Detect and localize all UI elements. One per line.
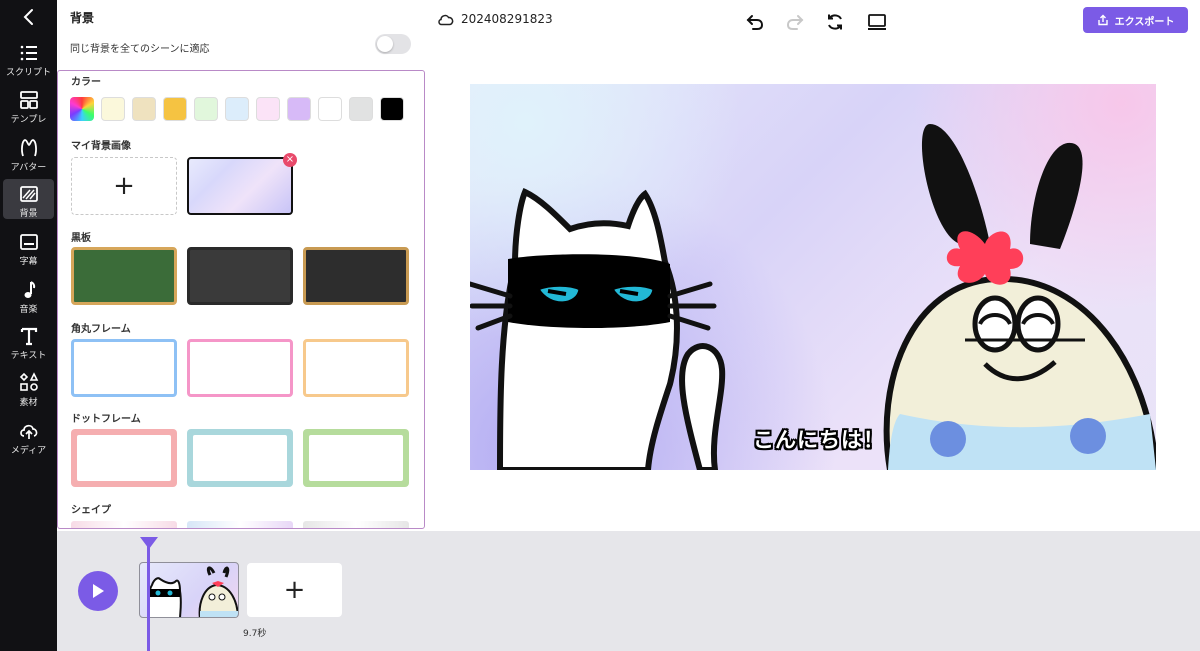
color-swatch[interactable] [287,97,311,121]
scene-clip-thumbnail[interactable] [139,562,239,618]
shape-option[interactable] [187,521,293,528]
avatars-illustration [470,124,1156,470]
rounded-frame-pink[interactable] [187,339,293,397]
color-picker-swatch[interactable] [70,97,94,121]
rounded-frame-blue[interactable] [71,339,177,397]
nav-label: 字幕 [19,257,38,267]
dot-frame-red[interactable] [71,429,177,487]
left-nav: スクリプト テンプレ アバター 背景 字幕 音楽 テキスト 素材 メディア [0,0,57,651]
export-button[interactable]: エクスポート [1083,7,1188,33]
export-label: エクスポート [1114,16,1175,28]
panel-title: 背景 [70,11,95,25]
rounded-frame-orange[interactable] [303,339,409,397]
my-background-image[interactable] [187,157,293,215]
color-swatch[interactable] [256,97,280,121]
background-options-list[interactable]: カラー マイ背景画像 + × 黒板 角丸フレーム ドットフレーム シェイプ [57,70,425,529]
delete-image-button[interactable]: × [283,153,297,167]
rabbit-avatar [883,124,1156,470]
project-title[interactable]: 202408291823 [437,12,553,26]
nav-label: 背景 [19,209,38,219]
play-button[interactable] [78,571,118,611]
nav-label: スクリプト [5,68,51,78]
nav-label: 素材 [19,398,38,408]
scene-duration: 9.7秒 [243,629,267,639]
apply-all-label: 同じ背景を全てのシーンに適応 [70,44,210,55]
undo-icon[interactable] [744,11,766,33]
toggle-knob [377,36,393,52]
shape-option[interactable] [71,521,177,528]
shape-option[interactable] [303,521,409,528]
nav-item-text[interactable]: テキスト [3,321,54,361]
text-icon [20,327,37,346]
dot-frame-inner [193,435,287,481]
nav-item-template[interactable]: テンプレ [3,85,54,125]
nav-item-media[interactable]: メディア [3,416,54,456]
section-title-blackboard: 黒板 [71,233,91,244]
section-title-color: カラー [71,77,101,88]
dot-frame-teal[interactable] [187,429,293,487]
play-icon [93,584,104,598]
subtitle-text[interactable]: こんにちは！ [753,424,885,454]
nav-item-avatar[interactable]: アバター [3,133,54,173]
share-icon [1097,14,1108,26]
apply-all-toggle[interactable] [375,34,411,54]
nav-item-subtitle[interactable]: 字幕 [3,227,54,267]
nav-item-music[interactable]: 音楽 [3,275,54,315]
playhead[interactable] [147,537,150,651]
section-title-rounded-frame: 角丸フレーム [71,324,131,335]
shapes-icon [19,372,38,391]
add-image-button[interactable]: + [71,157,177,215]
back-arrow-icon[interactable] [18,6,40,28]
color-swatch[interactable] [318,97,342,121]
blackboard-dark-wood[interactable] [303,247,409,305]
nav-item-materials[interactable]: 素材 [3,368,54,408]
dot-frame-inner [77,435,171,481]
color-swatch[interactable] [101,97,125,121]
dot-frame-green[interactable] [303,429,409,487]
blackboard-dark[interactable] [187,247,293,305]
upload-icon [19,424,37,439]
color-swatch[interactable] [163,97,187,121]
refresh-icon[interactable] [824,11,846,33]
nav-label: 音楽 [19,305,38,315]
file-name: 202408291823 [461,12,553,26]
nav-label: メディア [10,446,47,456]
dot-frame-inner [309,435,403,481]
nav-label: テキスト [10,351,47,361]
list-icon [20,45,37,61]
color-swatch[interactable] [349,97,373,121]
color-swatch[interactable] [194,97,218,121]
section-title-dot-frame: ドットフレーム [71,414,141,425]
music-icon [24,281,35,298]
timeline: + 9.7秒 [57,531,1200,651]
nav-label: アバター [10,163,47,173]
section-title-my-images: マイ背景画像 [71,141,131,152]
background-panel: 背景 同じ背景を全てのシーンに適応 カラー マイ背景画像 + × 黒板 角丸フレ… [57,0,427,531]
nav-item-background[interactable]: 背景 [3,179,54,219]
background-icon [19,186,38,202]
color-swatch[interactable] [380,97,404,121]
scene-canvas[interactable]: こんにちは！ [470,84,1156,470]
color-swatch[interactable] [132,97,156,121]
cat-avatar [470,187,726,470]
nav-item-script[interactable]: スクリプト [3,38,54,78]
add-scene-button[interactable]: + [247,563,342,617]
playhead-handle[interactable] [140,537,158,549]
preview-screen-icon[interactable] [866,11,888,33]
clip-thumbnail-image [147,566,238,617]
color-swatch[interactable] [225,97,249,121]
blackboard-green[interactable] [71,247,177,305]
section-title-shape: シェイプ [71,505,111,516]
subtitle-icon [19,234,38,250]
redo-icon[interactable] [784,11,806,33]
cloud-icon [438,14,454,26]
template-icon [19,91,38,109]
nav-label: テンプレ [10,115,47,125]
avatar-icon [20,139,37,157]
